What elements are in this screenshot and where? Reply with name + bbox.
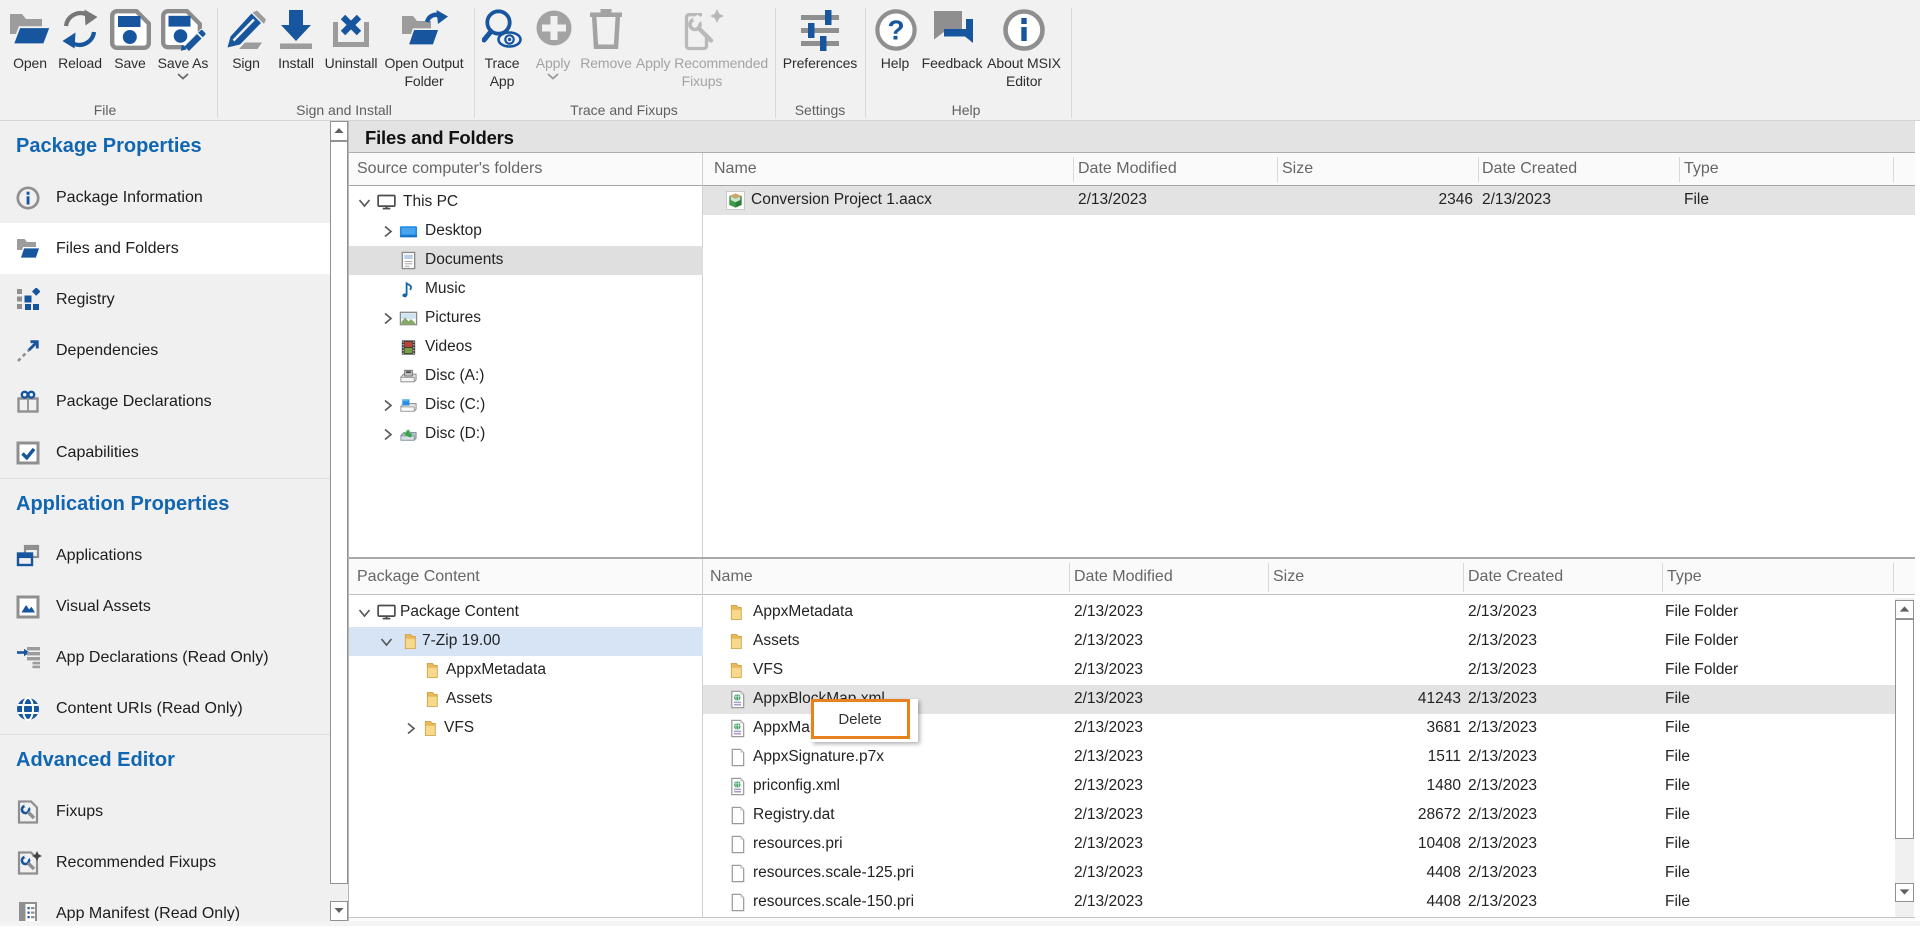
- svg-text:?: ?: [887, 15, 904, 46]
